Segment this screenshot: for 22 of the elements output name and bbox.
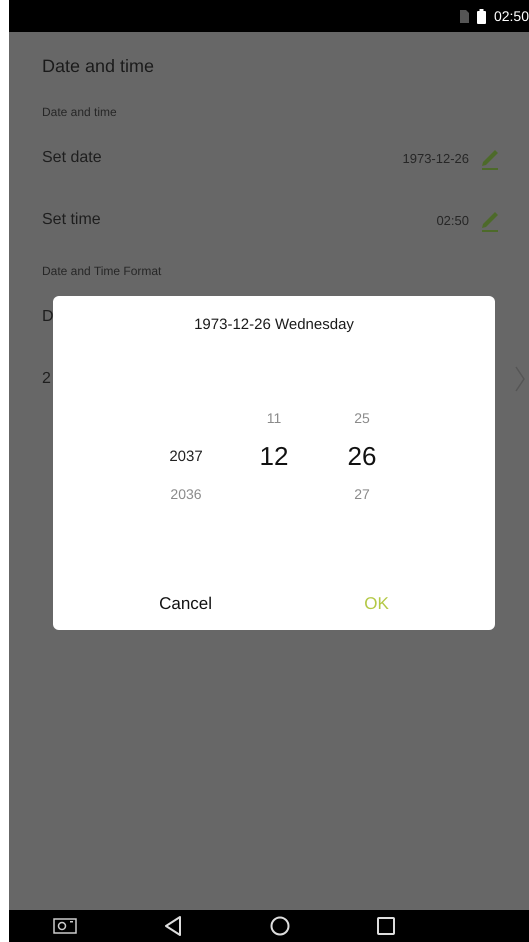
recent-apps-icon[interactable] bbox=[377, 917, 396, 935]
setting-value: 02:50 bbox=[436, 212, 469, 228]
back-icon[interactable] bbox=[164, 916, 182, 936]
setting-label[interactable]: Set date bbox=[42, 149, 392, 167]
section-header: Date and time bbox=[42, 104, 118, 121]
picker-selected-value[interactable]: 26 bbox=[348, 440, 376, 472]
sim-card-icon bbox=[460, 10, 469, 22]
setting-label[interactable]: Set time bbox=[42, 211, 426, 229]
picker-selected-value[interactable]: 2037 bbox=[169, 448, 203, 464]
picker-selected-value[interactable]: 12 bbox=[260, 440, 288, 472]
camera-icon[interactable] bbox=[52, 918, 77, 934]
setting-value: 1973-12-26 bbox=[402, 150, 469, 166]
battery-icon bbox=[476, 8, 486, 24]
picker-option[interactable]: 2036 bbox=[170, 486, 202, 502]
dialog-title: 1973-12-26 Wednesday bbox=[193, 316, 355, 333]
page-title: Date and time bbox=[42, 54, 156, 78]
picker-option[interactable]: 27 bbox=[354, 486, 370, 502]
picker-option[interactable]: 25 bbox=[354, 410, 370, 426]
status-time: 02:50 bbox=[494, 8, 529, 24]
picker-option[interactable]: 11 bbox=[266, 410, 282, 426]
home-icon[interactable] bbox=[270, 916, 290, 936]
section-header: Date and Time Format bbox=[42, 263, 162, 280]
